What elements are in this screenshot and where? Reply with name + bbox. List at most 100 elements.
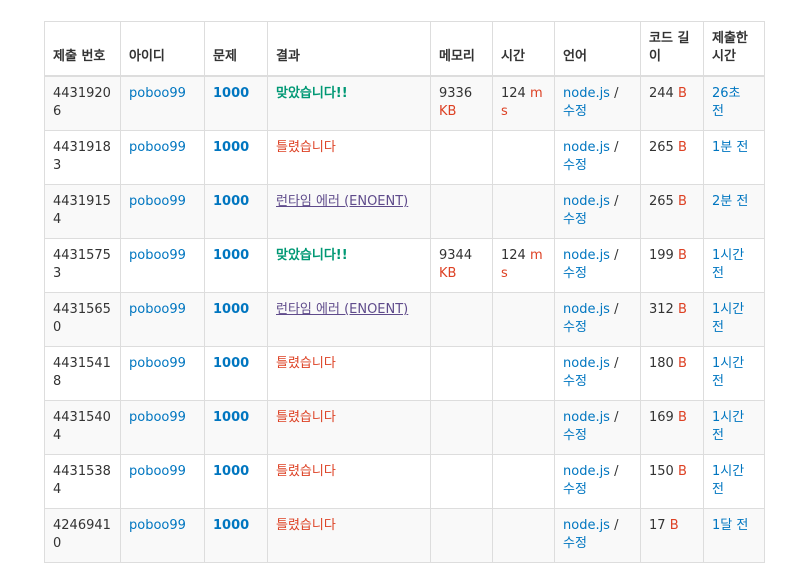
language-separator: / bbox=[614, 356, 619, 371]
problem-link[interactable]: 1000 bbox=[213, 86, 249, 101]
header-submitted-time: 제출한 시간 bbox=[703, 21, 765, 77]
edit-link[interactable]: 수정 bbox=[563, 104, 587, 119]
user-link[interactable]: poboo99 bbox=[129, 356, 186, 371]
code-length-unit: B bbox=[669, 518, 679, 533]
user-cell: poboo99 bbox=[120, 292, 205, 347]
user-link[interactable]: poboo99 bbox=[129, 410, 186, 425]
edit-link[interactable]: 수정 bbox=[563, 536, 587, 551]
time-cell bbox=[492, 508, 555, 563]
submitted-time-cell: 1시간 전 bbox=[703, 400, 765, 455]
edit-link[interactable]: 수정 bbox=[563, 158, 587, 173]
result-cell: 맞았습니다!! bbox=[267, 75, 431, 131]
language-cell: node.js / 수정 bbox=[554, 292, 641, 347]
language-link[interactable]: node.js bbox=[563, 248, 610, 263]
language-link[interactable]: node.js bbox=[563, 464, 610, 479]
table-row: 44315650 poboo99 1000 런타임 에러 (ENOENT) node.… bbox=[44, 292, 765, 347]
user-cell: poboo99 bbox=[120, 346, 205, 401]
language-link[interactable]: node.js bbox=[563, 410, 610, 425]
edit-link[interactable]: 수정 bbox=[563, 212, 587, 227]
language-cell: node.js / 수정 bbox=[554, 346, 641, 401]
user-link[interactable]: poboo99 bbox=[129, 302, 186, 317]
language-separator: / bbox=[614, 86, 619, 101]
language-link[interactable]: node.js bbox=[563, 518, 610, 533]
problem-link[interactable]: 1000 bbox=[213, 356, 249, 371]
result-text[interactable]: 런타임 에러 (ENOENT) bbox=[276, 194, 408, 209]
submitted-time-cell: 1시간 전 bbox=[703, 238, 765, 293]
user-link[interactable]: poboo99 bbox=[129, 464, 186, 479]
submission-id: 44319183 bbox=[44, 130, 121, 185]
code-length-value: 312 bbox=[649, 302, 674, 317]
submitted-time-cell: 1시간 전 bbox=[703, 454, 765, 509]
table-row: 44315753 poboo99 1000 맞았습니다!! 9344 KB 124 ms n… bbox=[44, 238, 765, 293]
code-length-value: 150 bbox=[649, 464, 674, 479]
code-length-cell: 169 B bbox=[640, 400, 704, 455]
table-body: 44319206 poboo99 1000 맞았습니다!! 9336 KB 124 ms n… bbox=[44, 75, 765, 563]
submitted-time-link[interactable]: 1시간 전 bbox=[712, 464, 744, 497]
code-length-unit: B bbox=[677, 248, 687, 263]
code-length-value: 265 bbox=[649, 194, 674, 209]
user-link[interactable]: poboo99 bbox=[129, 194, 186, 209]
memory-cell bbox=[430, 400, 493, 455]
submitted-time-link[interactable]: 26초 전 bbox=[712, 86, 741, 119]
language-cell: node.js / 수정 bbox=[554, 400, 641, 455]
result-text[interactable]: 런타임 에러 (ENOENT) bbox=[276, 302, 408, 317]
edit-link[interactable]: 수정 bbox=[563, 428, 587, 443]
submission-id: 44315650 bbox=[44, 292, 121, 347]
problem-link[interactable]: 1000 bbox=[213, 464, 249, 479]
problem-cell: 1000 bbox=[204, 508, 268, 563]
submitted-time-link[interactable]: 1시간 전 bbox=[712, 356, 744, 389]
language-separator: / bbox=[614, 194, 619, 209]
language-link[interactable]: node.js bbox=[563, 302, 610, 317]
problem-link[interactable]: 1000 bbox=[213, 302, 249, 317]
language-link[interactable]: node.js bbox=[563, 194, 610, 209]
problem-link[interactable]: 1000 bbox=[213, 194, 249, 209]
user-link[interactable]: poboo99 bbox=[129, 140, 186, 155]
submission-id: 44315404 bbox=[44, 400, 121, 455]
language-cell: node.js / 수정 bbox=[554, 238, 641, 293]
language-link[interactable]: node.js bbox=[563, 140, 610, 155]
language-link[interactable]: node.js bbox=[563, 356, 610, 371]
result-text: 틀렸습니다 bbox=[276, 464, 336, 479]
problem-link[interactable]: 1000 bbox=[213, 518, 249, 533]
code-length-cell: 180 B bbox=[640, 346, 704, 401]
language-cell: node.js / 수정 bbox=[554, 130, 641, 185]
submitted-time-cell: 1시간 전 bbox=[703, 346, 765, 401]
language-separator: / bbox=[614, 464, 619, 479]
code-length-cell: 265 B bbox=[640, 184, 704, 239]
edit-link[interactable]: 수정 bbox=[563, 266, 587, 281]
language-separator: / bbox=[614, 302, 619, 317]
memory-cell bbox=[430, 346, 493, 401]
result-cell: 틀렸습니다 bbox=[267, 454, 431, 509]
submission-id-text: 44319183 bbox=[53, 140, 111, 173]
memory-unit: KB bbox=[439, 266, 457, 281]
submitted-time-link[interactable]: 2분 전 bbox=[712, 194, 748, 209]
user-link[interactable]: poboo99 bbox=[129, 86, 186, 101]
code-length-unit: B bbox=[677, 302, 687, 317]
submission-id: 44319154 bbox=[44, 184, 121, 239]
problem-cell: 1000 bbox=[204, 75, 268, 131]
problem-cell: 1000 bbox=[204, 130, 268, 185]
problem-link[interactable]: 1000 bbox=[213, 248, 249, 263]
table-row: 44315384 poboo99 1000 틀렸습니다 node.js / 수정 150… bbox=[44, 454, 765, 509]
user-cell: poboo99 bbox=[120, 75, 205, 131]
problem-link[interactable]: 1000 bbox=[213, 410, 249, 425]
code-length-cell: 199 B bbox=[640, 238, 704, 293]
user-cell: poboo99 bbox=[120, 454, 205, 509]
user-link[interactable]: poboo99 bbox=[129, 248, 186, 263]
submitted-time-cell: 1달 전 bbox=[703, 508, 765, 563]
edit-link[interactable]: 수정 bbox=[563, 374, 587, 389]
edit-link[interactable]: 수정 bbox=[563, 320, 587, 335]
submitted-time-link[interactable]: 1시간 전 bbox=[712, 410, 744, 443]
submitted-time-link[interactable]: 1시간 전 bbox=[712, 248, 744, 281]
result-text: 맞았습니다!! bbox=[276, 86, 348, 101]
user-link[interactable]: poboo99 bbox=[129, 518, 186, 533]
submitted-time-link[interactable]: 1달 전 bbox=[712, 518, 748, 533]
submitted-time-link[interactable]: 1분 전 bbox=[712, 140, 748, 155]
result-cell: 틀렸습니다 bbox=[267, 508, 431, 563]
code-length-value: 244 bbox=[649, 86, 674, 101]
submitted-time-link[interactable]: 1시간 전 bbox=[712, 302, 744, 335]
problem-link[interactable]: 1000 bbox=[213, 140, 249, 155]
language-separator: / bbox=[614, 410, 619, 425]
edit-link[interactable]: 수정 bbox=[563, 482, 587, 497]
language-link[interactable]: node.js bbox=[563, 86, 610, 101]
